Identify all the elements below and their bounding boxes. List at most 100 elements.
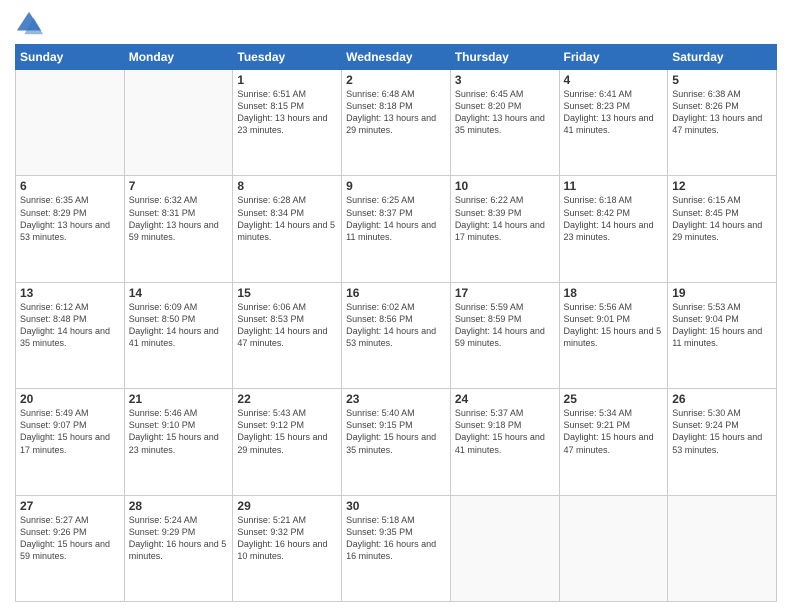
day-cell: 15Sunrise: 6:06 AMSunset: 8:53 PMDayligh… [233,282,342,388]
day-cell: 21Sunrise: 5:46 AMSunset: 9:10 PMDayligh… [124,389,233,495]
day-info: Sunrise: 6:38 AMSunset: 8:26 PMDaylight:… [672,88,772,137]
day-number: 27 [20,499,120,513]
day-number: 10 [455,179,555,193]
day-cell: 4Sunrise: 6:41 AMSunset: 8:23 PMDaylight… [559,70,668,176]
weekday-header-sunday: Sunday [16,45,125,70]
day-cell: 28Sunrise: 5:24 AMSunset: 9:29 PMDayligh… [124,495,233,601]
week-row-3: 13Sunrise: 6:12 AMSunset: 8:48 PMDayligh… [16,282,777,388]
day-cell [124,70,233,176]
day-info: Sunrise: 6:51 AMSunset: 8:15 PMDaylight:… [237,88,337,137]
day-number: 13 [20,286,120,300]
page: SundayMondayTuesdayWednesdayThursdayFrid… [0,0,792,612]
weekday-header-tuesday: Tuesday [233,45,342,70]
day-info: Sunrise: 6:25 AMSunset: 8:37 PMDaylight:… [346,194,446,243]
day-cell: 20Sunrise: 5:49 AMSunset: 9:07 PMDayligh… [16,389,125,495]
day-info: Sunrise: 5:18 AMSunset: 9:35 PMDaylight:… [346,514,446,563]
day-info: Sunrise: 6:28 AMSunset: 8:34 PMDaylight:… [237,194,337,243]
day-number: 8 [237,179,337,193]
day-info: Sunrise: 5:21 AMSunset: 9:32 PMDaylight:… [237,514,337,563]
day-number: 6 [20,179,120,193]
day-number: 15 [237,286,337,300]
day-number: 29 [237,499,337,513]
day-cell: 10Sunrise: 6:22 AMSunset: 8:39 PMDayligh… [450,176,559,282]
day-info: Sunrise: 6:41 AMSunset: 8:23 PMDaylight:… [564,88,664,137]
day-number: 23 [346,392,446,406]
day-info: Sunrise: 6:12 AMSunset: 8:48 PMDaylight:… [20,301,120,350]
day-cell: 18Sunrise: 5:56 AMSunset: 9:01 PMDayligh… [559,282,668,388]
day-cell: 26Sunrise: 5:30 AMSunset: 9:24 PMDayligh… [668,389,777,495]
day-cell: 16Sunrise: 6:02 AMSunset: 8:56 PMDayligh… [342,282,451,388]
day-cell: 5Sunrise: 6:38 AMSunset: 8:26 PMDaylight… [668,70,777,176]
day-cell: 25Sunrise: 5:34 AMSunset: 9:21 PMDayligh… [559,389,668,495]
day-number: 25 [564,392,664,406]
day-cell [668,495,777,601]
day-number: 30 [346,499,446,513]
day-info: Sunrise: 6:15 AMSunset: 8:45 PMDaylight:… [672,194,772,243]
day-number: 17 [455,286,555,300]
day-cell: 17Sunrise: 5:59 AMSunset: 8:59 PMDayligh… [450,282,559,388]
day-cell: 9Sunrise: 6:25 AMSunset: 8:37 PMDaylight… [342,176,451,282]
day-number: 5 [672,73,772,87]
day-info: Sunrise: 5:37 AMSunset: 9:18 PMDaylight:… [455,407,555,456]
day-number: 4 [564,73,664,87]
day-cell: 7Sunrise: 6:32 AMSunset: 8:31 PMDaylight… [124,176,233,282]
day-cell: 30Sunrise: 5:18 AMSunset: 9:35 PMDayligh… [342,495,451,601]
weekday-header-friday: Friday [559,45,668,70]
day-cell [559,495,668,601]
day-number: 16 [346,286,446,300]
day-number: 14 [129,286,229,300]
day-info: Sunrise: 5:49 AMSunset: 9:07 PMDaylight:… [20,407,120,456]
day-number: 19 [672,286,772,300]
day-cell: 8Sunrise: 6:28 AMSunset: 8:34 PMDaylight… [233,176,342,282]
day-cell: 14Sunrise: 6:09 AMSunset: 8:50 PMDayligh… [124,282,233,388]
day-info: Sunrise: 5:40 AMSunset: 9:15 PMDaylight:… [346,407,446,456]
day-cell: 6Sunrise: 6:35 AMSunset: 8:29 PMDaylight… [16,176,125,282]
day-number: 26 [672,392,772,406]
day-cell: 12Sunrise: 6:15 AMSunset: 8:45 PMDayligh… [668,176,777,282]
week-row-4: 20Sunrise: 5:49 AMSunset: 9:07 PMDayligh… [16,389,777,495]
header [15,10,777,38]
week-row-2: 6Sunrise: 6:35 AMSunset: 8:29 PMDaylight… [16,176,777,282]
day-info: Sunrise: 5:53 AMSunset: 9:04 PMDaylight:… [672,301,772,350]
day-info: Sunrise: 6:18 AMSunset: 8:42 PMDaylight:… [564,194,664,243]
day-cell: 29Sunrise: 5:21 AMSunset: 9:32 PMDayligh… [233,495,342,601]
week-row-1: 1Sunrise: 6:51 AMSunset: 8:15 PMDaylight… [16,70,777,176]
calendar-table: SundayMondayTuesdayWednesdayThursdayFrid… [15,44,777,602]
weekday-header-wednesday: Wednesday [342,45,451,70]
day-cell: 24Sunrise: 5:37 AMSunset: 9:18 PMDayligh… [450,389,559,495]
day-number: 7 [129,179,229,193]
day-cell: 13Sunrise: 6:12 AMSunset: 8:48 PMDayligh… [16,282,125,388]
day-cell: 3Sunrise: 6:45 AMSunset: 8:20 PMDaylight… [450,70,559,176]
day-info: Sunrise: 5:46 AMSunset: 9:10 PMDaylight:… [129,407,229,456]
day-number: 2 [346,73,446,87]
weekday-header-thursday: Thursday [450,45,559,70]
day-number: 22 [237,392,337,406]
day-info: Sunrise: 6:48 AMSunset: 8:18 PMDaylight:… [346,88,446,137]
day-info: Sunrise: 6:32 AMSunset: 8:31 PMDaylight:… [129,194,229,243]
day-cell: 27Sunrise: 5:27 AMSunset: 9:26 PMDayligh… [16,495,125,601]
logo-icon [15,10,43,38]
day-number: 28 [129,499,229,513]
weekday-header-monday: Monday [124,45,233,70]
day-cell: 1Sunrise: 6:51 AMSunset: 8:15 PMDaylight… [233,70,342,176]
logo [15,10,47,38]
day-cell [450,495,559,601]
day-number: 21 [129,392,229,406]
day-number: 12 [672,179,772,193]
day-number: 11 [564,179,664,193]
day-info: Sunrise: 6:22 AMSunset: 8:39 PMDaylight:… [455,194,555,243]
day-info: Sunrise: 5:27 AMSunset: 9:26 PMDaylight:… [20,514,120,563]
day-cell: 23Sunrise: 5:40 AMSunset: 9:15 PMDayligh… [342,389,451,495]
day-info: Sunrise: 6:02 AMSunset: 8:56 PMDaylight:… [346,301,446,350]
day-number: 3 [455,73,555,87]
day-number: 1 [237,73,337,87]
day-number: 18 [564,286,664,300]
day-info: Sunrise: 5:24 AMSunset: 9:29 PMDaylight:… [129,514,229,563]
day-info: Sunrise: 6:09 AMSunset: 8:50 PMDaylight:… [129,301,229,350]
day-info: Sunrise: 5:34 AMSunset: 9:21 PMDaylight:… [564,407,664,456]
day-info: Sunrise: 5:43 AMSunset: 9:12 PMDaylight:… [237,407,337,456]
day-cell: 11Sunrise: 6:18 AMSunset: 8:42 PMDayligh… [559,176,668,282]
day-cell: 19Sunrise: 5:53 AMSunset: 9:04 PMDayligh… [668,282,777,388]
day-info: Sunrise: 6:45 AMSunset: 8:20 PMDaylight:… [455,88,555,137]
weekday-header-saturday: Saturday [668,45,777,70]
